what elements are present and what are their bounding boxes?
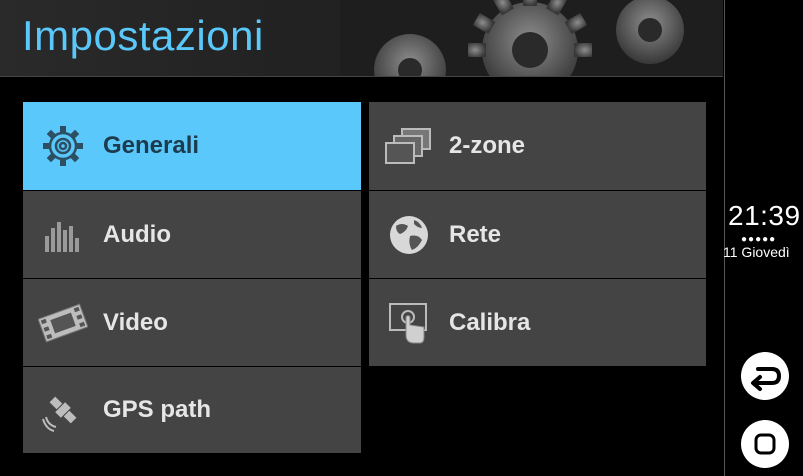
menu-audio-button[interactable]: Audio: [23, 191, 361, 278]
home-button[interactable]: [741, 420, 789, 468]
menu-generali-button[interactable]: Generali: [23, 102, 361, 190]
menu-label: 2-zone: [449, 132, 526, 159]
menu-label: Calibra: [449, 308, 531, 336]
header-bar: Impostazioni: [0, 0, 723, 77]
clock: 21:39: [728, 200, 801, 231]
settings-screen: Impostazioni Generali Audio Video GPS pa…: [0, 0, 723, 476]
menu-label: Generali: [103, 132, 200, 159]
touch-calibrate-icon: [369, 279, 449, 366]
menu-label: GPS path: [103, 396, 212, 423]
menu-rete-button[interactable]: Rete: [369, 191, 706, 278]
home-icon: [754, 433, 776, 455]
film-icon: [23, 279, 103, 366]
globe-icon: [369, 191, 449, 278]
dual-screen-icon: [369, 102, 449, 190]
back-icon: [751, 367, 782, 391]
menu-gps-path-button[interactable]: GPS path: [23, 367, 361, 453]
page-title: Impostazioni: [22, 12, 264, 59]
date-label: 11 Giovedì: [723, 244, 790, 260]
gears-banner-image: [340, 0, 723, 76]
menu-label: Video: [103, 308, 168, 336]
menu-2-zone-button[interactable]: 2-zone: [369, 102, 706, 190]
menu-video-button[interactable]: Video: [23, 279, 361, 366]
back-button[interactable]: [741, 352, 789, 400]
equalizer-icon: [23, 191, 103, 278]
menu-label: Audio: [103, 220, 171, 248]
satellite-icon: [23, 367, 103, 453]
menu-calibra-button[interactable]: Calibra: [369, 279, 706, 366]
gear-icon: [23, 102, 103, 190]
menu-label: Rete: [449, 220, 502, 248]
status-sidebar: 21:39 ●●●●● 11 Giovedì: [723, 0, 803, 476]
